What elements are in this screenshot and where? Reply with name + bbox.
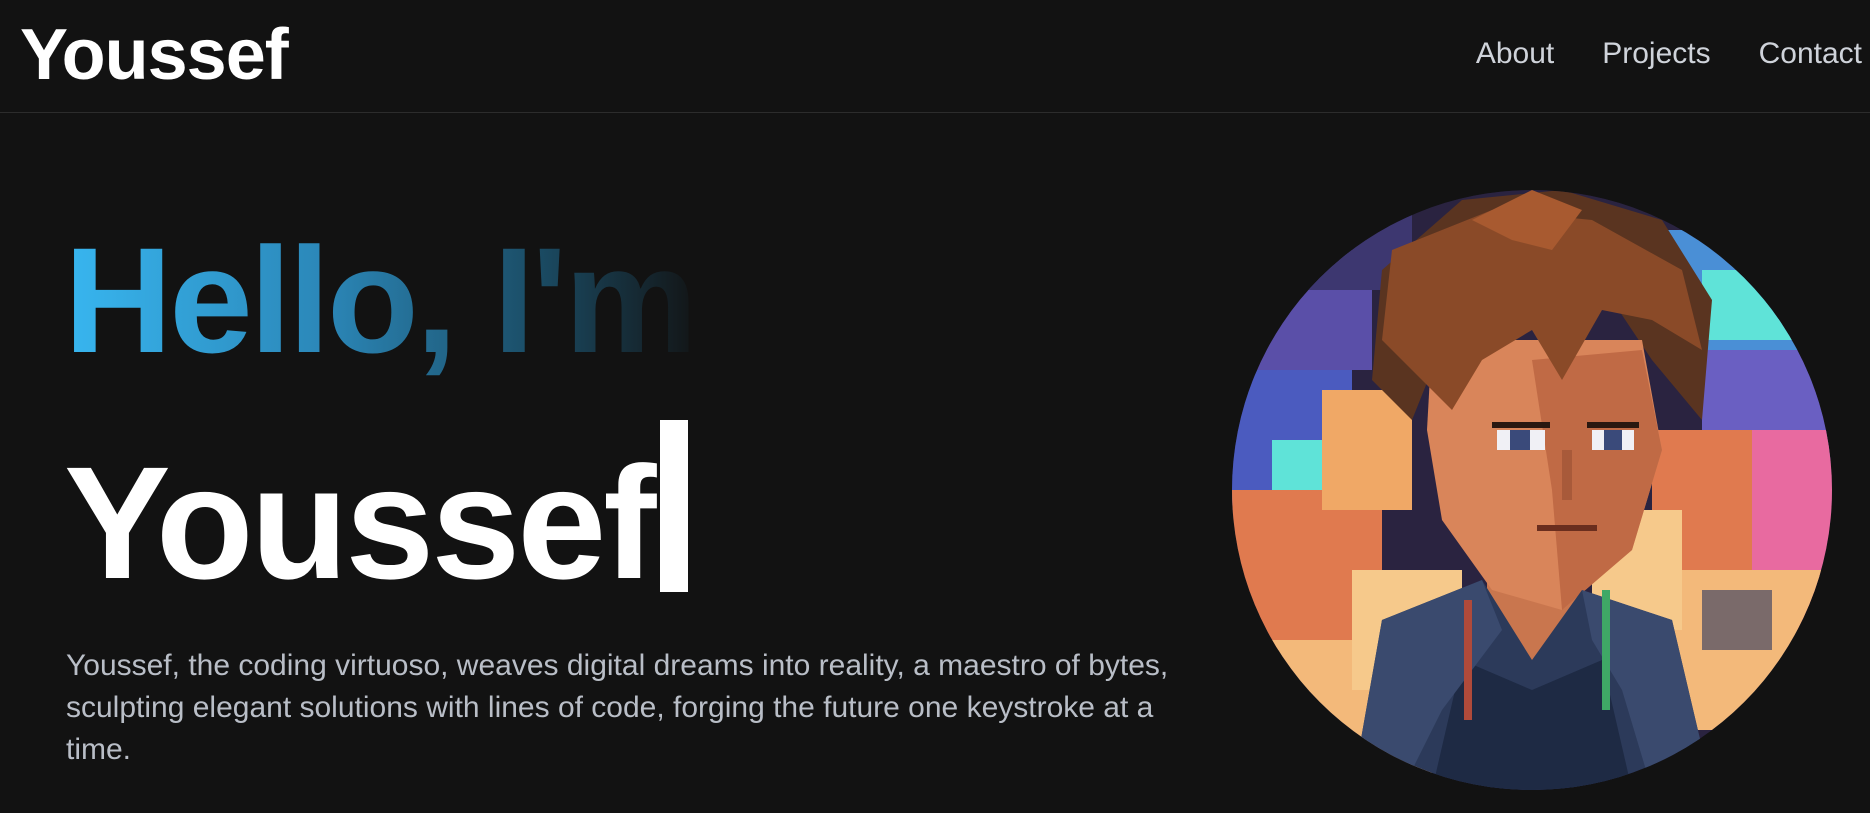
nav-link-projects[interactable]: Projects xyxy=(1602,34,1710,74)
typing-cursor xyxy=(659,420,688,592)
site-logo[interactable]: Youssef xyxy=(20,10,289,100)
hero-bio: Youssef, the coding virtuoso, weaves dig… xyxy=(66,649,1169,766)
avatar xyxy=(1232,190,1832,790)
hero-name: Youssef xyxy=(64,433,657,612)
hero-greeting: Hello, I'm xyxy=(64,216,698,384)
navbar: Youssef About Projects Contact xyxy=(0,0,1870,113)
hero-name-line: Youssef xyxy=(64,420,688,623)
avatar-illustration xyxy=(1232,190,1832,790)
nav-links: About Projects Contact xyxy=(1476,34,1862,74)
nav-link-about[interactable]: About xyxy=(1476,34,1554,74)
nav-link-contact[interactable]: Contact xyxy=(1759,34,1862,74)
